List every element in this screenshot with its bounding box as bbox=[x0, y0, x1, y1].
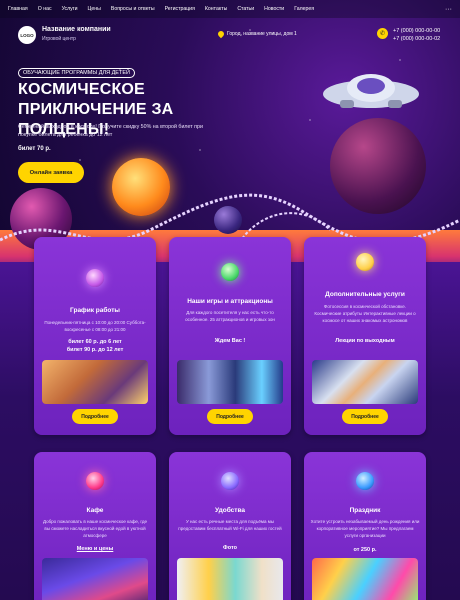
card-text: Понедельник-пятница с 10:00 до 20:00 Суб… bbox=[44, 320, 146, 332]
card-title: График работы bbox=[70, 307, 120, 314]
hero-description: Семейный выходной в космосе! Получите ск… bbox=[18, 124, 203, 138]
phone-1[interactable]: +7 (000) 000-00-00 bbox=[393, 27, 440, 35]
nav-item-articles[interactable]: Статьи bbox=[237, 6, 254, 12]
card-party: Праздник Хотите устроить незабываемый де… bbox=[304, 452, 426, 600]
menu-prices-link[interactable]: Меню и цены bbox=[40, 545, 150, 553]
nav-item-faq[interactable]: Вопросы и ответы bbox=[111, 6, 155, 12]
company-subtitle: Игровой центр bbox=[42, 36, 76, 42]
address: Город, название улицы, дом 1 bbox=[216, 29, 297, 39]
spaceship-icon bbox=[323, 74, 419, 108]
cafe-photo bbox=[42, 558, 148, 600]
card-highlight: от 250 р. bbox=[353, 547, 377, 553]
nav-item-gallery[interactable]: Галерея bbox=[294, 6, 314, 12]
gem-icon bbox=[86, 472, 104, 490]
party-photo bbox=[312, 558, 418, 600]
more-button[interactable]: Подробнее bbox=[342, 409, 388, 424]
card-cafe: Кафе Добро пожаловать в наше космическое… bbox=[34, 452, 156, 600]
address-text: Город, название улицы, дом 1 bbox=[227, 31, 297, 37]
card-title: Кафе bbox=[86, 507, 104, 514]
attractions-photo bbox=[177, 360, 283, 404]
facilities-photo bbox=[177, 558, 283, 600]
astronaut-kids-photo bbox=[312, 360, 418, 404]
card-title: Наши игры и аттракционы bbox=[187, 298, 273, 305]
gem-icon bbox=[221, 472, 239, 490]
card-title: Праздник bbox=[349, 507, 381, 514]
nav-item-prices[interactable]: Цены bbox=[88, 6, 101, 12]
card-extra-services: Дополнительные услуги Фотосессия в косми… bbox=[304, 237, 426, 435]
more-button[interactable]: Подробнее bbox=[207, 409, 253, 424]
gem-icon bbox=[356, 253, 374, 271]
nav-item-contacts[interactable]: Контакты bbox=[205, 6, 227, 12]
nav-item-news[interactable]: Новости bbox=[264, 6, 284, 12]
hero-price: билет 70 р. bbox=[18, 146, 51, 152]
hero-badge: ОБУЧАЮЩИЕ ПРОГРАММЫ ДЛЯ ДЕТЕЙ bbox=[18, 68, 135, 78]
card-highlight: Лекции по выходным bbox=[335, 338, 395, 344]
online-request-button[interactable]: Онлайн заявка bbox=[18, 162, 84, 183]
card-highlight: билет 90 р. до 12 лет bbox=[66, 347, 124, 353]
more-button[interactable]: Подробнее bbox=[72, 409, 118, 424]
card-text: У нас есть речные места для подъёма мы п… bbox=[178, 519, 282, 531]
card-highlight: Ждем Вас ! bbox=[214, 338, 246, 344]
gem-icon bbox=[86, 269, 104, 287]
card-title: Удобства bbox=[215, 507, 245, 514]
card-facilities: Удобства У нас есть речные места для под… bbox=[169, 452, 291, 600]
card-text: Хотите устроить незабываемый день рожден… bbox=[310, 519, 420, 538]
nav-item-home[interactable]: Главная bbox=[8, 6, 28, 12]
nav-item-services[interactable]: Услуги bbox=[62, 6, 78, 12]
phone-numbers: +7 (000) 000-00-00 +7 (000) 000-00-02 bbox=[393, 27, 440, 43]
card-schedule: График работы Понедельник-пятница с 10:0… bbox=[34, 237, 156, 435]
location-pin-icon bbox=[216, 29, 226, 39]
card-text: Фотосессия в космической обстановке. Кос… bbox=[314, 304, 416, 323]
card-highlight: билет 60 р. до 6 лет bbox=[68, 339, 122, 345]
logo[interactable]: LOGO bbox=[18, 26, 36, 44]
top-navigation: Главная О нас Услуги Цены Вопросы и отве… bbox=[0, 0, 460, 18]
card-text: Добро пожаловать в наше космическое кафе… bbox=[42, 519, 147, 538]
phone-icon[interactable]: ✆ bbox=[377, 28, 388, 39]
gem-icon bbox=[221, 263, 239, 281]
phone-2[interactable]: +7 (000) 000-00-02 bbox=[393, 35, 440, 43]
company-name: Название компании bbox=[42, 26, 111, 33]
card-highlight: Фото bbox=[223, 545, 237, 551]
nav-item-about[interactable]: О нас bbox=[38, 6, 52, 12]
card-text: Для каждого посетителя у нас есть что-то… bbox=[185, 310, 275, 322]
more-menu-icon[interactable]: ··· bbox=[445, 6, 452, 13]
nav-item-registration[interactable]: Регистрация bbox=[165, 6, 195, 12]
family-photo bbox=[42, 360, 148, 404]
gem-icon bbox=[356, 472, 374, 490]
card-title: Дополнительные услуги bbox=[325, 291, 405, 298]
card-games: Наши игры и аттракционы Для каждого посе… bbox=[169, 237, 291, 435]
